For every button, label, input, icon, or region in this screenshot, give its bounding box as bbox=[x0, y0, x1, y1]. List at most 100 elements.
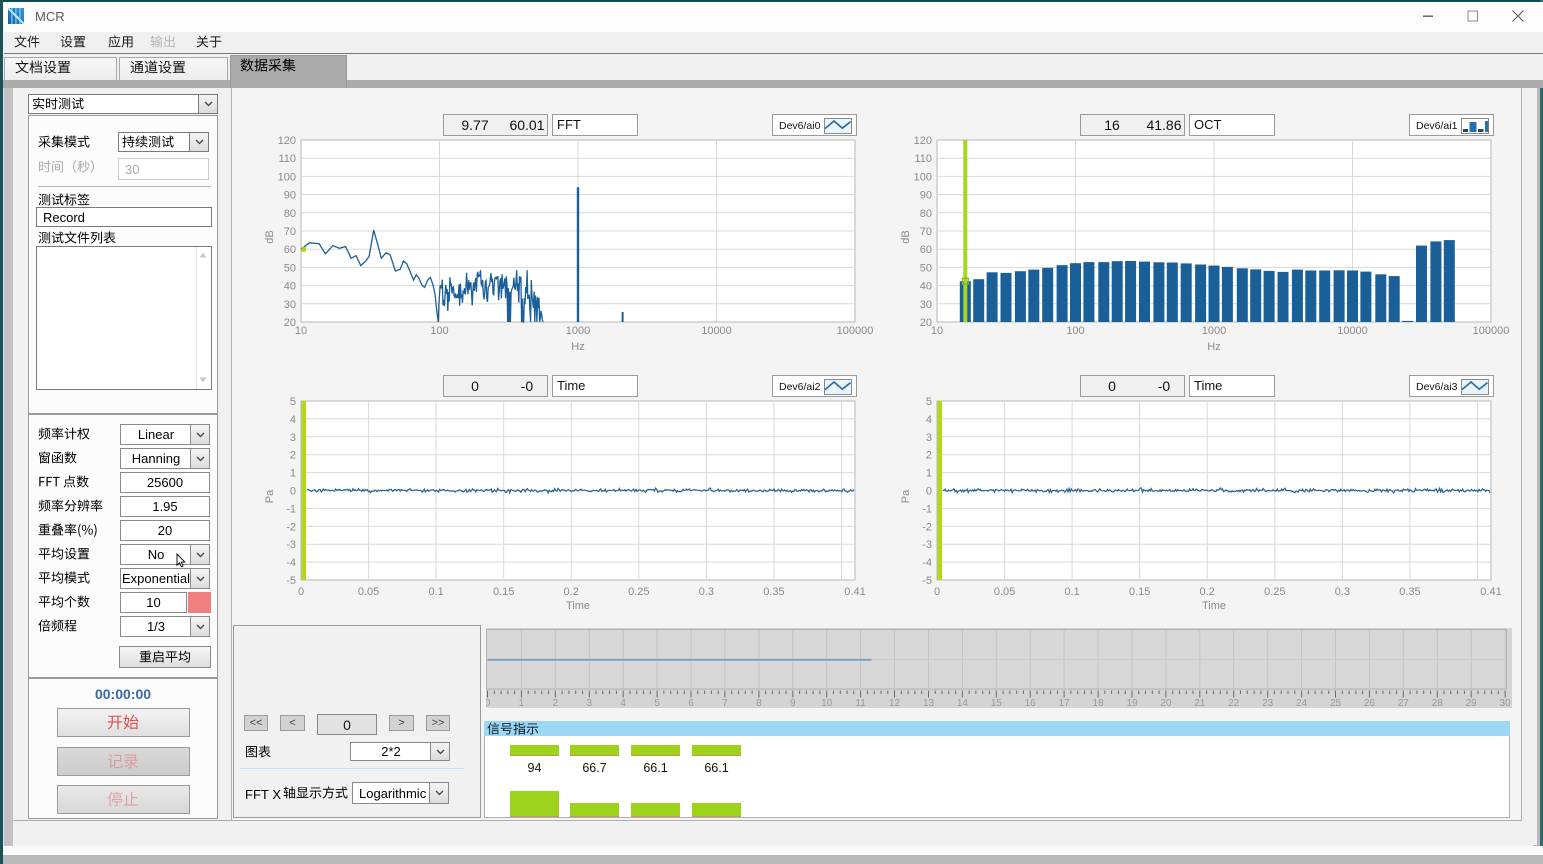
svg-text:110: 110 bbox=[278, 153, 296, 165]
svg-text:10: 10 bbox=[295, 325, 307, 337]
svg-text:0: 0 bbox=[298, 586, 304, 598]
svg-text:100: 100 bbox=[278, 171, 296, 183]
svg-text:30: 30 bbox=[920, 299, 932, 311]
svg-text:100: 100 bbox=[914, 171, 932, 183]
svg-text:-5: -5 bbox=[922, 575, 932, 587]
svg-text:4: 4 bbox=[926, 414, 932, 426]
svg-text:30: 30 bbox=[1500, 698, 1512, 708]
svg-text:6: 6 bbox=[688, 698, 694, 708]
svg-text:0: 0 bbox=[926, 486, 932, 498]
svg-text:22: 22 bbox=[1228, 698, 1240, 708]
svg-text:9: 9 bbox=[790, 698, 796, 708]
svg-text:0.2: 0.2 bbox=[564, 586, 579, 598]
svg-text:0.25: 0.25 bbox=[628, 586, 649, 598]
svg-text:13: 13 bbox=[923, 698, 935, 708]
svg-text:2: 2 bbox=[290, 450, 296, 462]
svg-text:-1: -1 bbox=[922, 503, 932, 515]
svg-text:-1: -1 bbox=[286, 503, 296, 515]
svg-text:Hz: Hz bbox=[1207, 341, 1220, 353]
svg-text:Pa: Pa bbox=[900, 489, 912, 503]
svg-text:23: 23 bbox=[1262, 698, 1274, 708]
svg-text:40: 40 bbox=[920, 281, 932, 293]
svg-text:0.3: 0.3 bbox=[1335, 586, 1350, 598]
svg-text:0.3: 0.3 bbox=[699, 586, 714, 598]
svg-text:70: 70 bbox=[920, 226, 932, 238]
svg-text:Time: Time bbox=[1202, 600, 1226, 612]
svg-text:80: 80 bbox=[920, 208, 932, 220]
svg-text:0.05: 0.05 bbox=[994, 586, 1015, 598]
svg-text:0.2: 0.2 bbox=[1200, 586, 1215, 598]
svg-text:5: 5 bbox=[290, 397, 296, 408]
svg-text:8: 8 bbox=[756, 698, 762, 708]
svg-text:60: 60 bbox=[284, 244, 296, 256]
svg-text:-2: -2 bbox=[286, 521, 296, 533]
svg-text:80: 80 bbox=[284, 208, 296, 220]
svg-text:-3: -3 bbox=[286, 539, 296, 551]
svg-text:50: 50 bbox=[920, 262, 932, 274]
svg-text:30: 30 bbox=[284, 299, 296, 311]
svg-text:7: 7 bbox=[722, 698, 728, 708]
svg-text:10: 10 bbox=[821, 698, 833, 708]
svg-text:15: 15 bbox=[991, 698, 1003, 708]
svg-text:10: 10 bbox=[931, 325, 943, 337]
svg-text:24: 24 bbox=[1296, 698, 1308, 708]
svg-text:0.1: 0.1 bbox=[1064, 586, 1079, 598]
svg-text:0.41: 0.41 bbox=[1480, 586, 1501, 598]
svg-text:120: 120 bbox=[278, 136, 296, 147]
svg-text:28: 28 bbox=[1432, 698, 1444, 708]
svg-text:4: 4 bbox=[290, 414, 296, 426]
svg-text:100000: 100000 bbox=[837, 325, 874, 337]
svg-text:60: 60 bbox=[920, 244, 932, 256]
svg-text:-4: -4 bbox=[286, 557, 296, 569]
svg-text:1: 1 bbox=[290, 468, 296, 480]
svg-text:16: 16 bbox=[1025, 698, 1037, 708]
svg-text:90: 90 bbox=[920, 190, 932, 202]
svg-text:dB: dB bbox=[264, 230, 276, 243]
svg-text:21: 21 bbox=[1194, 698, 1206, 708]
svg-text:0.35: 0.35 bbox=[1399, 586, 1420, 598]
svg-text:100000: 100000 bbox=[1473, 325, 1510, 337]
svg-text:40: 40 bbox=[284, 281, 296, 293]
svg-text:0.05: 0.05 bbox=[358, 586, 379, 598]
svg-text:Pa: Pa bbox=[264, 489, 276, 503]
svg-text:18: 18 bbox=[1093, 698, 1105, 708]
svg-text:1: 1 bbox=[519, 698, 525, 708]
svg-text:5: 5 bbox=[654, 698, 660, 708]
svg-text:5: 5 bbox=[926, 397, 932, 408]
svg-text:2: 2 bbox=[926, 450, 932, 462]
svg-text:0.35: 0.35 bbox=[763, 586, 784, 598]
svg-text:14: 14 bbox=[957, 698, 969, 708]
svg-text:4: 4 bbox=[620, 698, 626, 708]
svg-text:0.15: 0.15 bbox=[493, 586, 514, 598]
svg-text:-2: -2 bbox=[922, 521, 932, 533]
svg-text:-5: -5 bbox=[286, 575, 296, 587]
svg-text:3: 3 bbox=[926, 432, 932, 444]
svg-text:dB: dB bbox=[900, 230, 912, 243]
svg-text:120: 120 bbox=[914, 136, 932, 147]
svg-text:27: 27 bbox=[1398, 698, 1410, 708]
svg-text:19: 19 bbox=[1126, 698, 1138, 708]
svg-text:70: 70 bbox=[284, 226, 296, 238]
svg-text:1000: 1000 bbox=[1202, 325, 1226, 337]
svg-text:1000: 1000 bbox=[566, 325, 590, 337]
svg-text:110: 110 bbox=[914, 153, 932, 165]
svg-text:20: 20 bbox=[1160, 698, 1172, 708]
svg-text:100: 100 bbox=[430, 325, 448, 337]
svg-text:0: 0 bbox=[934, 586, 940, 598]
svg-text:100: 100 bbox=[1066, 325, 1084, 337]
svg-text:11: 11 bbox=[855, 698, 866, 708]
svg-text:10000: 10000 bbox=[701, 325, 732, 337]
svg-text:0.15: 0.15 bbox=[1129, 586, 1150, 598]
svg-text:0.1: 0.1 bbox=[428, 586, 443, 598]
svg-text:3: 3 bbox=[290, 432, 296, 444]
svg-text:Time: Time bbox=[566, 600, 590, 612]
svg-text:25: 25 bbox=[1330, 698, 1342, 708]
svg-text:26: 26 bbox=[1364, 698, 1376, 708]
svg-text:1: 1 bbox=[926, 468, 932, 480]
svg-text:90: 90 bbox=[284, 190, 296, 202]
svg-text:10000: 10000 bbox=[1337, 325, 1368, 337]
svg-text:0: 0 bbox=[290, 486, 296, 498]
svg-text:-3: -3 bbox=[922, 539, 932, 551]
svg-text:2: 2 bbox=[553, 698, 559, 708]
svg-text:0.41: 0.41 bbox=[844, 586, 865, 598]
